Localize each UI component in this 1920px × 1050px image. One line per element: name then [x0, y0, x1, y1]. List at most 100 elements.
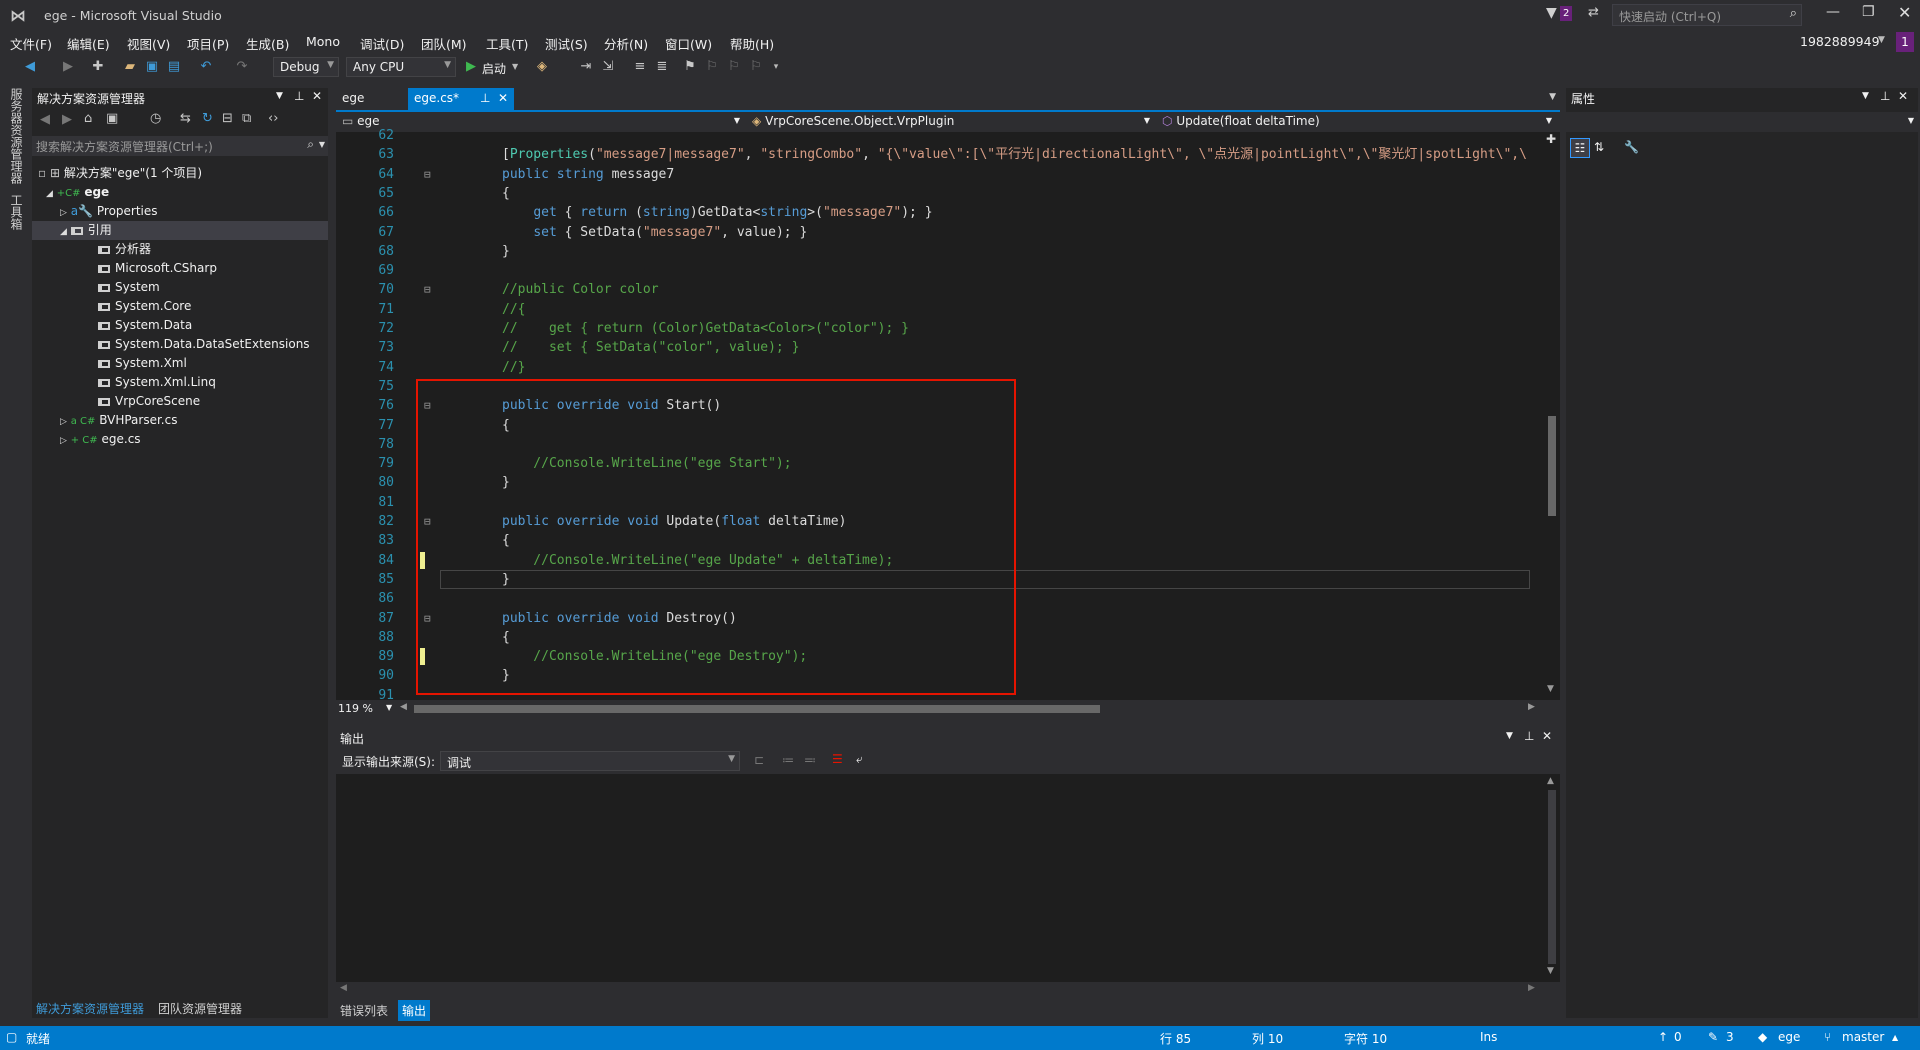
collapse-all-icon[interactable]: ⊟: [222, 111, 233, 126]
view-code-icon[interactable]: ‹›: [268, 111, 278, 126]
menu-mono[interactable]: Mono: [306, 34, 340, 49]
pencil-icon[interactable]: ✎: [1708, 1030, 1718, 1044]
scroll-left-icon[interactable]: ◀: [340, 983, 347, 993]
tab-ege-cs[interactable]: ege.cs* ⊥ ✕: [408, 88, 514, 110]
zoom-dropdown-icon[interactable]: ▼: [386, 703, 392, 712]
pin-icon[interactable]: ⊥: [294, 89, 304, 103]
scrollbar-thumb[interactable]: [1548, 790, 1556, 964]
step-into-icon[interactable]: ⇥: [578, 59, 594, 75]
user-account-dropdown-icon[interactable]: ▼: [1878, 35, 1885, 45]
refresh-icon[interactable]: ↻: [202, 111, 213, 126]
property-pages-icon[interactable]: 🔧: [1624, 140, 1639, 154]
code-line[interactable]: 63 [Properties("message7|message7", "stri…: [336, 145, 1536, 164]
collapse-region-icon[interactable]: ⊟: [424, 280, 431, 299]
expand-icon[interactable]: ◢: [60, 227, 67, 237]
vertical-scrollbar[interactable]: ✚ ▼: [1544, 132, 1560, 700]
tree-item-reference[interactable]: Microsoft.CSharp: [32, 259, 328, 278]
close-panel-icon[interactable]: ✕: [1542, 729, 1552, 743]
open-file-icon[interactable]: ▰: [122, 59, 138, 75]
switch-views-icon[interactable]: ▣: [106, 111, 118, 126]
code-line[interactable]: 64 ⊟ public string message7: [336, 165, 1536, 184]
save-all-icon[interactable]: ▤: [166, 59, 182, 75]
code-line[interactable]: 66 get { return (string)GetData<string>(…: [336, 203, 1536, 222]
home-icon[interactable]: ⌂: [84, 111, 92, 126]
server-explorer-tab[interactable]: 服务器资源管理器: [8, 88, 25, 184]
output-scrollbar[interactable]: ▲ ▼: [1544, 774, 1560, 982]
properties-object-dropdown[interactable]: ▼: [1566, 112, 1918, 132]
back-icon[interactable]: ◀: [40, 112, 50, 127]
output-text-area[interactable]: ▲ ▼: [336, 774, 1560, 982]
split-icon[interactable]: ✚: [1546, 132, 1556, 146]
alphabetical-icon[interactable]: ⇅: [1594, 140, 1604, 154]
panel-menu-icon[interactable]: ▼: [276, 91, 283, 101]
user-account[interactable]: 1982889949: [1800, 34, 1880, 49]
prev-message-icon[interactable]: ≔: [782, 753, 794, 767]
tab-solution-explorer[interactable]: 解决方案资源管理器: [36, 1000, 144, 1017]
repo-icon[interactable]: ◆: [1758, 1030, 1767, 1044]
code-line[interactable]: 74 //}: [336, 358, 1536, 377]
next-message-icon[interactable]: ≕: [804, 753, 816, 767]
prev-bookmark-icon[interactable]: ⚐: [704, 59, 720, 75]
platform-dropdown[interactable]: Any CPU ▼: [346, 57, 456, 77]
collapse-icon[interactable]: ▷: [60, 208, 67, 218]
menu-build[interactable]: 生成(B): [246, 34, 289, 53]
solution-config-dropdown[interactable]: Debug ▼: [273, 57, 339, 77]
clear-all-icon[interactable]: ☰: [832, 752, 843, 766]
pin-icon[interactable]: ⊥: [480, 91, 490, 105]
status-branch[interactable]: master: [1842, 1030, 1884, 1044]
up-arrow-icon[interactable]: ↑: [1658, 1030, 1668, 1044]
menu-view[interactable]: 视图(V): [127, 34, 170, 53]
attach-icon[interactable]: ◈: [534, 59, 550, 75]
categorized-icon[interactable]: ☷: [1570, 138, 1590, 158]
tree-item-references[interactable]: ◢ 引用: [32, 221, 328, 240]
menu-team[interactable]: 团队(M): [421, 34, 467, 53]
menu-edit[interactable]: 编辑(E): [67, 34, 110, 53]
collapse-icon[interactable]: ▷: [60, 417, 67, 427]
code-line[interactable]: 68}: [336, 242, 1536, 261]
quick-launch-input[interactable]: 快速启动 (Ctrl+Q) ⌕: [1612, 4, 1802, 26]
zoom-level[interactable]: 119 %: [338, 702, 373, 715]
comment-icon[interactable]: ≡: [632, 59, 648, 75]
scroll-right-icon[interactable]: ▶: [1528, 702, 1535, 712]
scroll-right-icon[interactable]: ▶: [1528, 983, 1535, 993]
collapse-region-icon[interactable]: ⊟: [424, 165, 431, 184]
output-source-dropdown[interactable]: 调试 ▼: [440, 751, 740, 771]
branch-icon[interactable]: ⑂: [1824, 1030, 1831, 1044]
scroll-down-icon[interactable]: ▼: [1547, 684, 1554, 694]
code-line[interactable]: 71 //{: [336, 300, 1536, 319]
menu-debug[interactable]: 调试(D): [360, 34, 404, 53]
step-over-icon[interactable]: ⇲: [600, 59, 616, 75]
expand-icon[interactable]: ◢: [46, 189, 53, 199]
scroll-down-icon[interactable]: ▼: [1547, 966, 1554, 976]
account-badge[interactable]: 1: [1896, 32, 1914, 52]
pending-changes-icon[interactable]: ◷: [150, 111, 161, 126]
menu-analyze[interactable]: 分析(N): [604, 34, 648, 53]
tree-item-project[interactable]: ◢ +C# ege: [32, 183, 328, 202]
find-message-icon[interactable]: ⊏: [754, 753, 764, 767]
tab-overflow-icon[interactable]: ▼: [1549, 92, 1556, 102]
code-line[interactable]: 65 {: [336, 184, 1536, 203]
close-window-button[interactable]: ✕: [1898, 3, 1911, 22]
bookmark-icon[interactable]: ⚑: [682, 59, 698, 75]
branch-dropdown-icon[interactable]: ▲: [1892, 1033, 1898, 1042]
save-icon[interactable]: ▣: [144, 59, 160, 75]
panel-menu-icon[interactable]: ▼: [1506, 731, 1513, 741]
collapse-icon[interactable]: ▷: [60, 436, 67, 446]
word-wrap-icon[interactable]: ⤶: [856, 752, 863, 767]
pin-icon[interactable]: ⊥: [1524, 729, 1534, 743]
uncomment-icon[interactable]: ≣: [654, 59, 670, 75]
redo-icon[interactable]: ↷: [234, 59, 250, 75]
scroll-left-icon[interactable]: ◀: [400, 702, 407, 712]
undo-icon[interactable]: ↶: [198, 59, 214, 75]
tree-item-file[interactable]: ▷ a C# BVHParser.cs: [32, 411, 328, 430]
next-bookmark-icon[interactable]: ⚐: [726, 59, 742, 75]
panel-menu-icon[interactable]: ▼: [1862, 91, 1869, 101]
menu-window[interactable]: 窗口(W): [665, 34, 712, 53]
status-edits[interactable]: 3: [1726, 1030, 1734, 1044]
pin-icon[interactable]: ⊥: [1880, 89, 1890, 103]
close-tab-icon[interactable]: ✕: [498, 91, 508, 105]
code-line[interactable]: 67 set { SetData("message7", value); }: [336, 223, 1536, 242]
toolbox-tab[interactable]: 工具箱: [8, 194, 25, 230]
tab-ege[interactable]: ege: [336, 88, 406, 110]
tree-item-reference[interactable]: System.Data.DataSetExtensions: [32, 335, 328, 354]
